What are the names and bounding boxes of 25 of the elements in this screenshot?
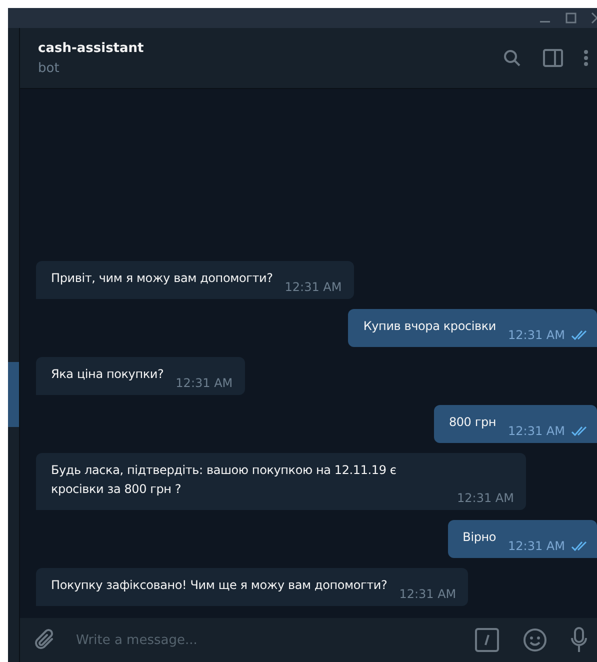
message-text: Вірно (462, 529, 496, 546)
message-text: Привіт, чим я можу вам допомогти? (51, 270, 273, 287)
message-time: 12:31 AM (176, 376, 233, 390)
message-time: 12:31 AM (457, 491, 514, 505)
message-time: 12:31 AM (284, 280, 342, 294)
message-text: Будь ласка, підтвердіть: вашою покупкою на 12.11.19 є кросівки за 800 грн ? (51, 462, 398, 498)
message-text: 800 грн (448, 414, 496, 431)
message-text: Купив вчора кросівки (363, 318, 496, 335)
paperclip-icon[interactable] (34, 628, 56, 652)
message-time: 12:31 AM (508, 539, 565, 553)
message-text: Яка ціна покупки? (51, 366, 164, 383)
emoji-icon[interactable] (523, 628, 547, 652)
more-menu-icon[interactable] (583, 49, 589, 67)
message-time: 12:31 AM (508, 328, 565, 342)
sidebar-toggle-icon[interactable] (543, 49, 563, 67)
message-text: Покупку зафіксовано! Чим ще я можу вам допомогти? (51, 577, 388, 594)
message-composer[interactable]: Write a message... (20, 618, 597, 662)
microphone-icon[interactable] (571, 627, 587, 653)
chat-status: bot (38, 60, 60, 76)
message-time: 12:31 AM (508, 424, 565, 438)
bot-command-icon[interactable] (475, 628, 499, 652)
chat-title: cash-assistant (38, 40, 145, 56)
message-time: 12:31 AM (399, 587, 456, 601)
maximize-icon[interactable] (565, 12, 577, 24)
search-icon[interactable] (503, 49, 521, 67)
